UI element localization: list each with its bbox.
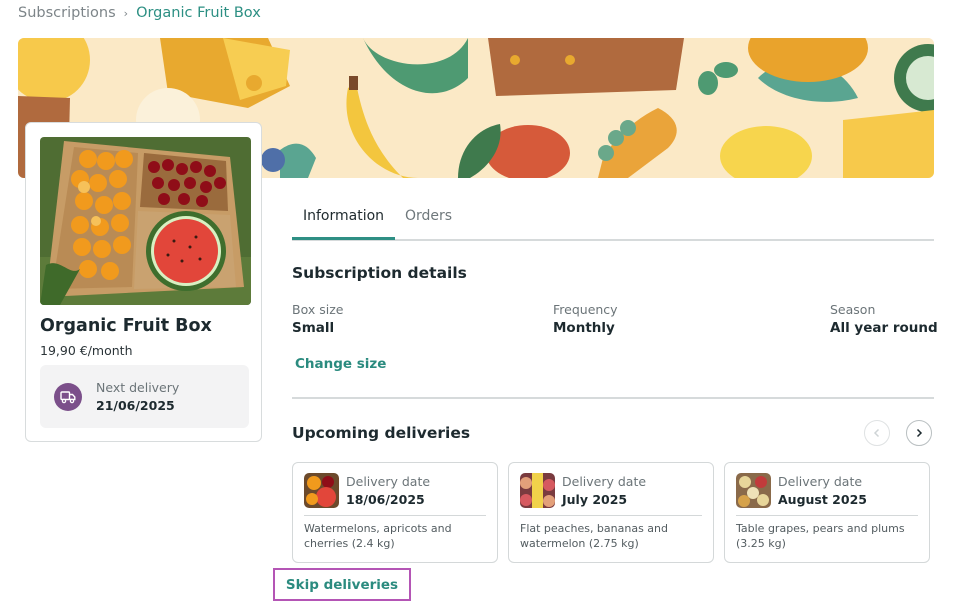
card-divider bbox=[304, 515, 486, 516]
chevron-right-icon: › bbox=[123, 6, 129, 20]
active-tab-indicator bbox=[292, 237, 395, 240]
next-delivery-label: Next delivery bbox=[96, 380, 180, 395]
delivery-date: July 2025 bbox=[562, 492, 628, 507]
breadcrumb-current: Organic Fruit Box bbox=[136, 5, 261, 21]
breadcrumb: Subscriptions › Organic Fruit Box bbox=[18, 5, 261, 21]
season-label: Season bbox=[830, 302, 876, 317]
delivery-description: Watermelons, apricots and cherries (2.4 … bbox=[304, 522, 452, 550]
delivery-description: Flat peaches, bananas and watermelon (2.… bbox=[520, 522, 669, 550]
frequency-value: Monthly bbox=[553, 320, 615, 336]
frequency-label: Frequency bbox=[553, 302, 618, 317]
previous-button[interactable] bbox=[864, 420, 890, 446]
change-size-link[interactable]: Change size bbox=[295, 356, 386, 372]
next-delivery-date: 21/06/2025 bbox=[96, 398, 175, 413]
season-value: All year round bbox=[830, 320, 938, 336]
truck-icon bbox=[54, 383, 82, 411]
skip-deliveries-button[interactable]: Skip deliveries bbox=[273, 568, 411, 601]
box-size-value: Small bbox=[292, 320, 335, 336]
delivery-thumbnail bbox=[520, 473, 555, 508]
breadcrumb-subscriptions-link[interactable]: Subscriptions bbox=[18, 5, 116, 21]
subscription-details-title: Subscription details bbox=[292, 264, 467, 282]
chevron-left-icon bbox=[873, 428, 880, 438]
fruit-box-photo bbox=[40, 137, 251, 305]
tab-orders[interactable]: Orders bbox=[405, 208, 452, 224]
section-divider bbox=[292, 397, 934, 399]
tab-information[interactable]: Information bbox=[303, 208, 384, 224]
delivery-date-label: Delivery date bbox=[562, 474, 647, 489]
tab-bar: Information Orders bbox=[292, 200, 934, 241]
next-button[interactable] bbox=[906, 420, 932, 446]
product-card: Organic Fruit Box 19,90 €/month Next del… bbox=[25, 122, 262, 442]
card-divider bbox=[736, 515, 918, 516]
delivery-date: 18/06/2025 bbox=[346, 492, 425, 507]
delivery-thumbnail bbox=[736, 473, 771, 508]
chevron-right-icon bbox=[916, 428, 923, 438]
delivery-date: August 2025 bbox=[778, 492, 867, 507]
delivery-card[interactable]: Delivery date 18/06/2025 Watermelons, ap… bbox=[292, 462, 498, 563]
delivery-card[interactable]: Delivery date August 2025 Table grapes, … bbox=[724, 462, 930, 563]
delivery-description: Table grapes, pears and plums (3.25 kg) bbox=[736, 522, 905, 550]
box-size-label: Box size bbox=[292, 302, 344, 317]
product-name: Organic Fruit Box bbox=[40, 316, 212, 336]
delivery-date-label: Delivery date bbox=[778, 474, 863, 489]
delivery-date-label: Delivery date bbox=[346, 474, 431, 489]
upcoming-deliveries-title: Upcoming deliveries bbox=[292, 424, 471, 442]
delivery-card[interactable]: Delivery date July 2025 Flat peaches, ba… bbox=[508, 462, 714, 563]
card-divider bbox=[520, 515, 702, 516]
next-delivery-box: Next delivery 21/06/2025 bbox=[40, 365, 249, 428]
product-price: 19,90 €/month bbox=[40, 343, 133, 358]
skip-deliveries-label: Skip deliveries bbox=[285, 576, 399, 593]
delivery-thumbnail bbox=[304, 473, 339, 508]
